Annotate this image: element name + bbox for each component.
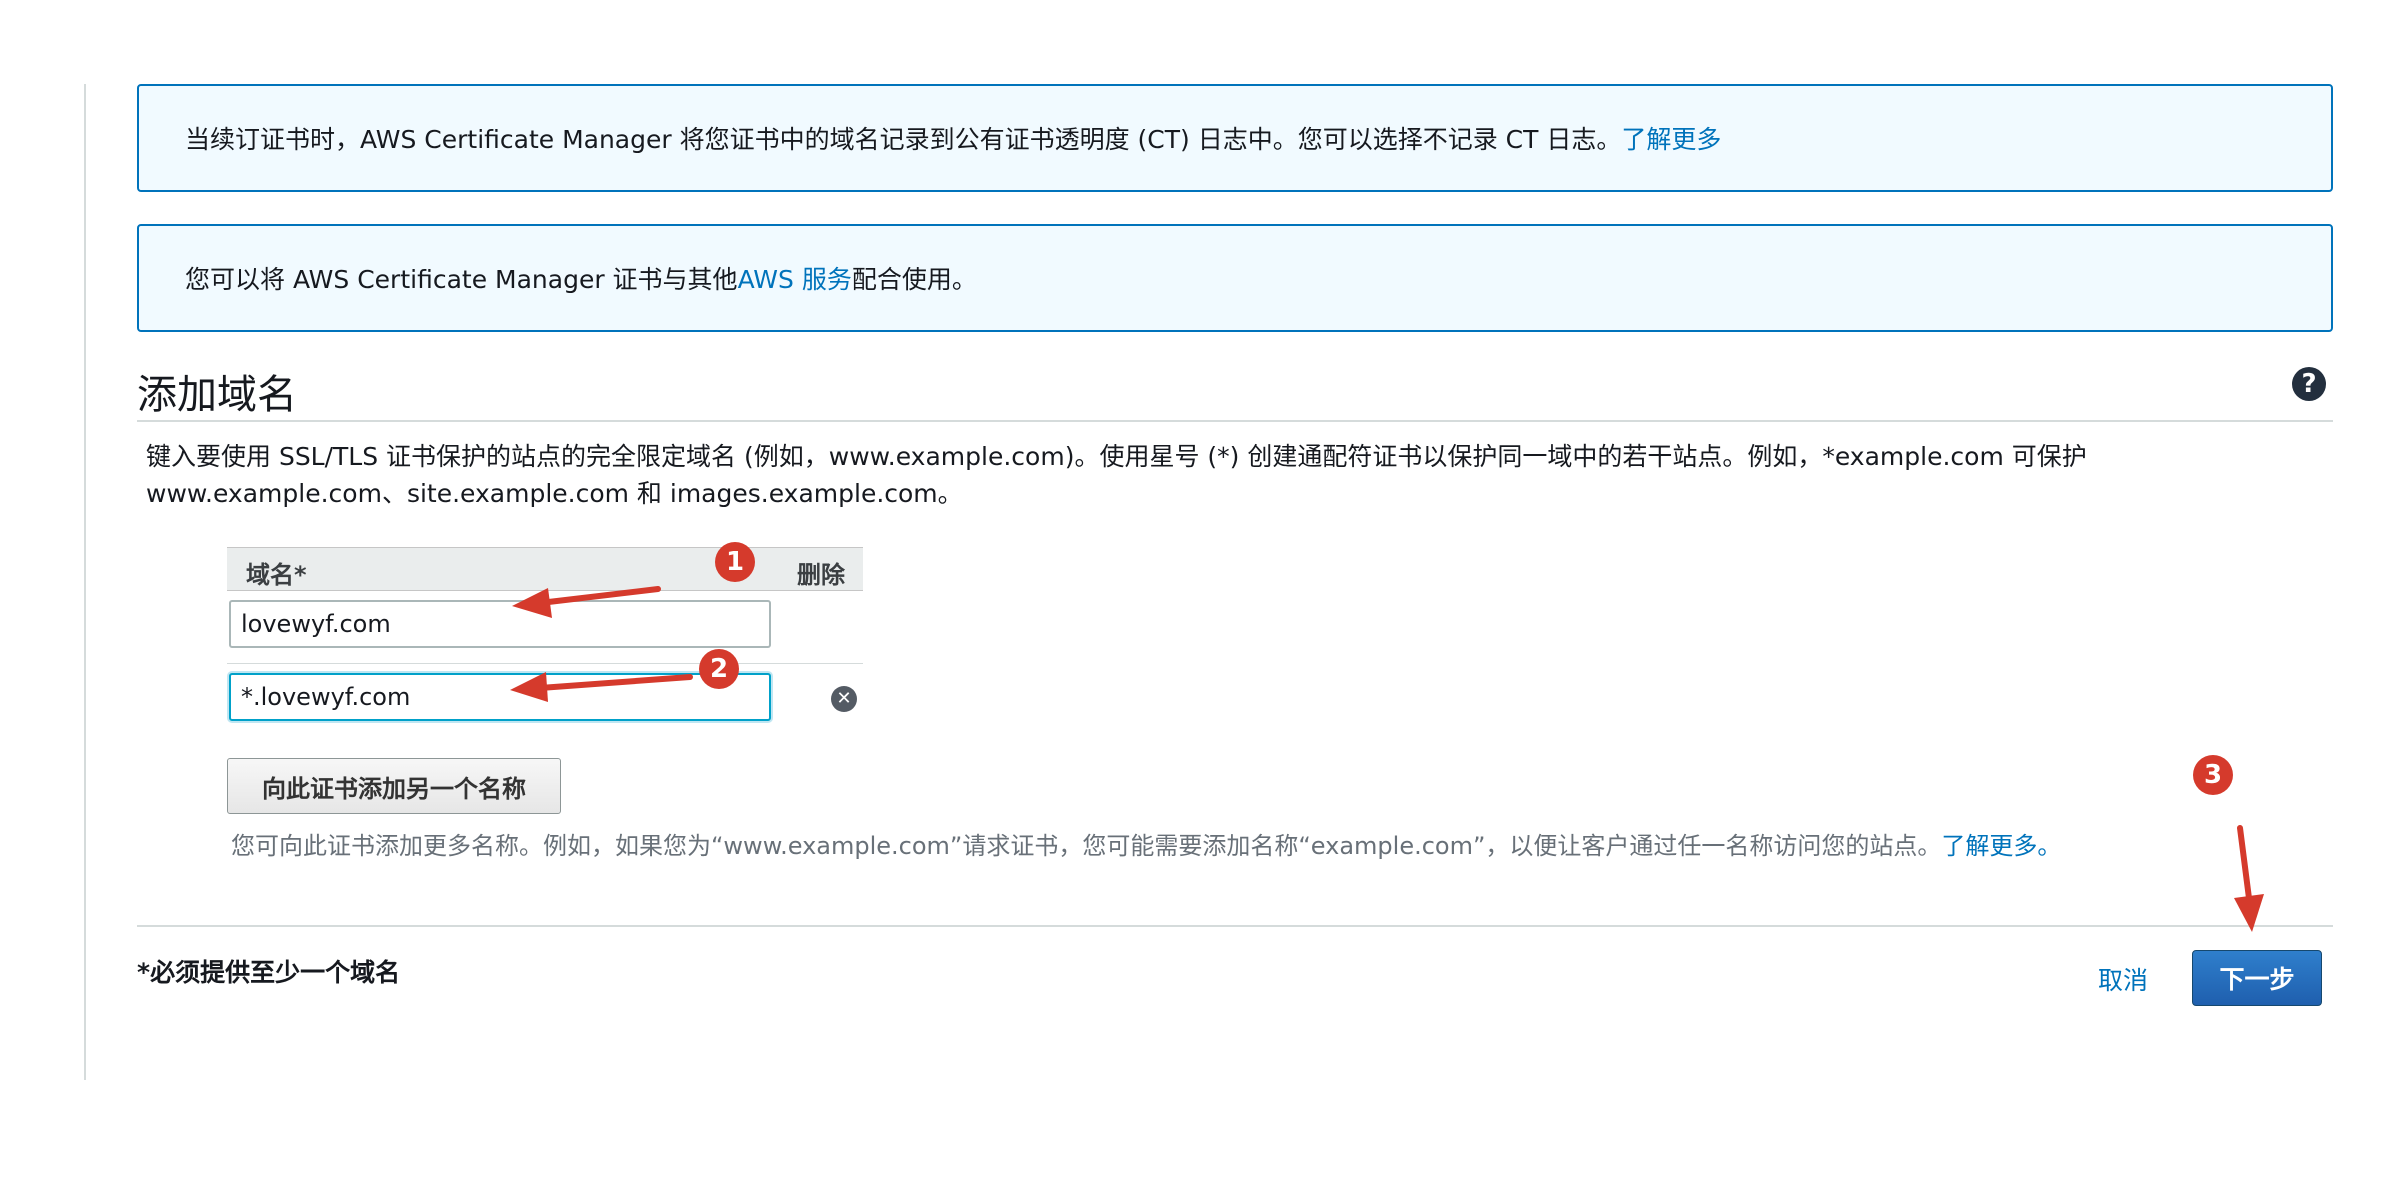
add-name-hint: 您可向此证书添加更多名称。例如，如果您为“www.example.com”请求证… [231, 826, 2061, 861]
header-delete: 删除 [797, 561, 845, 589]
section-title: 添加域名 [137, 372, 297, 418]
header-domain: 域名* [246, 561, 307, 589]
aws-services-link[interactable]: AWS 服务 [738, 260, 852, 296]
next-button[interactable]: 下一步 [2192, 950, 2322, 1006]
annotation-badge-1: 1 [715, 542, 755, 582]
ct-log-notice: 当续订证书时，AWS Certificate Manager 将您证书中的域名记… [137, 84, 2333, 192]
domain-table: 域名* 删除 ✕ [227, 547, 863, 736]
annotation-arrow-3 [2237, 825, 2253, 909]
required-note: *必须提供至少一个域名 [137, 958, 401, 987]
services-notice-text-before: 您可以将 AWS Certificate Manager 证书与其他 [185, 265, 738, 294]
services-notice: 您可以将 AWS Certificate Manager 证书与其他 AWS 服… [137, 224, 2333, 332]
services-notice-text-after: 配合使用。 [851, 265, 977, 294]
footer-divider [137, 925, 2333, 927]
table-row: ✕ [227, 664, 863, 736]
add-name-learn-more-link[interactable]: 了解更多。 [1941, 832, 2061, 860]
remove-circle-icon[interactable]: ✕ [831, 686, 857, 712]
annotation-badge-2: 2 [699, 649, 739, 689]
page: 当续订证书时，AWS Certificate Manager 将您证书中的域名记… [0, 0, 2398, 1182]
domain-input-1[interactable] [229, 600, 771, 648]
ct-log-notice-text: 当续订证书时，AWS Certificate Manager 将您证书中的域名记… [185, 125, 1622, 154]
add-another-name-button[interactable]: 向此证书添加另一个名称 [227, 758, 561, 814]
ct-log-learn-more-link[interactable]: 了解更多 [1621, 120, 1721, 156]
annotation-badge-3: 3 [2193, 755, 2233, 795]
section-divider [137, 420, 2333, 422]
left-divider [84, 84, 86, 1080]
domain-table-header: 域名* 删除 [227, 547, 863, 591]
add-name-hint-text: 您可向此证书添加更多名称。例如，如果您为“www.example.com”请求证… [231, 832, 1942, 860]
question-circle-icon[interactable]: ? [2292, 367, 2326, 401]
section-description: 键入要使用 SSL/TLS 证书保护的站点的完全限定域名 (例如，www.exa… [146, 442, 2087, 508]
cancel-link[interactable]: 取消 [2098, 961, 2148, 997]
table-row [227, 591, 863, 664]
domain-input-2[interactable] [229, 673, 771, 721]
